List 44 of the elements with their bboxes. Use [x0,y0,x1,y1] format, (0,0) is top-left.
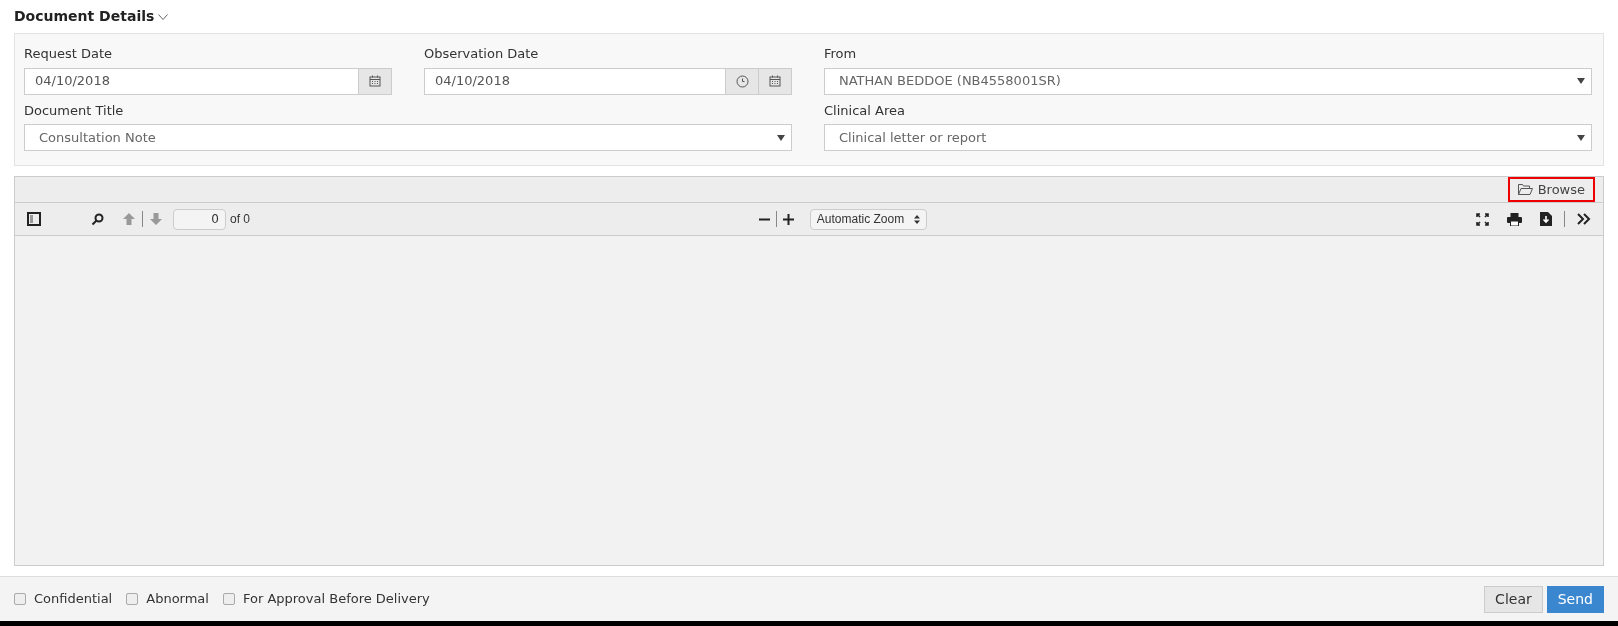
date-field[interactable]: 04/10/2018 [424,67,792,95]
print-icon[interactable] [1507,212,1522,226]
chevron-down-icon[interactable] [158,13,169,20]
field-label: Clinical Area [824,101,906,120]
section-title: Document Details [14,7,155,26]
field-label: Document Title [24,101,125,120]
calendar-icon [369,75,381,87]
clear-button[interactable]: Clear [1484,585,1543,613]
date-picker-button[interactable] [358,68,391,94]
page-count: of 0 [230,211,250,228]
select-field[interactable]: Clinical letter or report [824,124,1592,151]
folder-icon [1517,184,1533,195]
dropdown-caret-icon [1577,78,1585,84]
fullscreen-icon[interactable] [1476,212,1489,226]
checkbox-label: Confidential [34,590,113,609]
browse-button[interactable]: Browse [1507,177,1595,202]
arrow-down-icon[interactable] [149,212,163,226]
checkbox[interactable] [126,593,139,605]
select-field[interactable]: Consultation Note [24,124,792,151]
zoom-select[interactable]: Automatic Zoom [809,208,928,230]
checkbox-label: For Approval Before Delivery [242,590,430,609]
dropdown-caret-icon [1577,134,1585,141]
double-chevron-icon[interactable] [1577,213,1591,225]
sidebar-toggle-icon[interactable] [27,212,41,226]
calendar-icon [769,75,781,87]
field-label: From [824,45,858,63]
time-picker-button[interactable] [725,68,758,94]
download-icon[interactable] [1540,212,1552,226]
date-picker-button[interactable] [758,68,791,94]
checkbox-label: Abnormal [146,590,209,609]
search-icon[interactable] [91,212,104,226]
plus-icon[interactable] [782,213,794,225]
checkbox[interactable] [222,593,235,605]
field-label: Observation Date [424,45,540,63]
up-down-caret-icon [914,214,921,224]
arrow-up-icon[interactable] [122,212,136,226]
checkbox[interactable] [14,593,26,605]
page-number-field[interactable]: 0 [173,208,226,230]
dropdown-caret-icon [777,134,785,141]
send-button[interactable]: Send [1546,585,1604,613]
date-field[interactable]: 04/10/2018 [24,67,392,95]
clock-icon [735,74,749,88]
field-label: Request Date [24,45,113,63]
select-field[interactable]: NATHAN BEDDOE (NB4558001SR) [824,67,1592,95]
